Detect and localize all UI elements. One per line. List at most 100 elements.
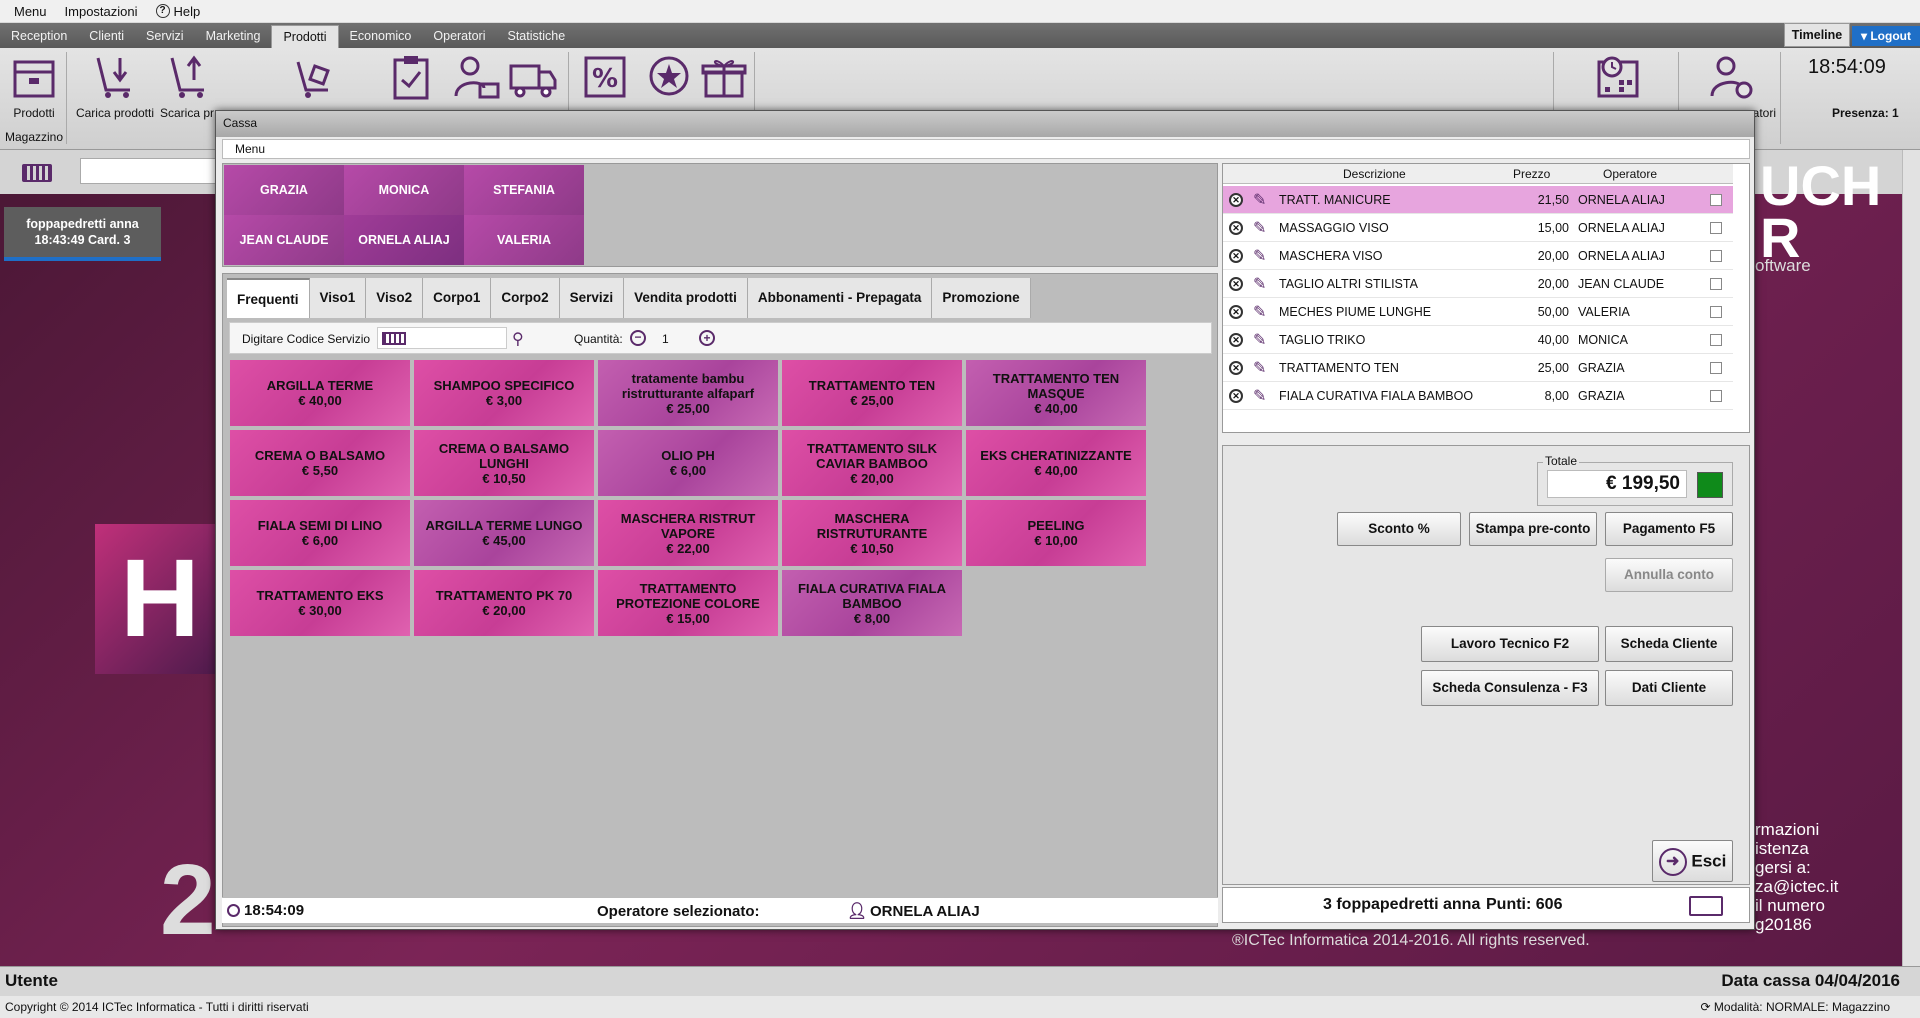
service-tile[interactable]: tratamente bambu ristrutturante alfaparf… bbox=[598, 360, 778, 426]
keyboard-icon[interactable] bbox=[382, 332, 406, 345]
remove-icon[interactable]: ✕ bbox=[1229, 277, 1243, 291]
tab-corpo1[interactable]: Corpo1 bbox=[423, 278, 492, 318]
table-row[interactable]: ✕ ✎ MASSAGGIO VISO 15,00 ORNELA ALIAJ bbox=[1223, 214, 1733, 242]
table-row[interactable]: ✕ ✎ MECHES PIUME LUNGHE 50,00 VALERIA bbox=[1223, 298, 1733, 326]
table-row[interactable]: ✕ ✎ MASCHERA VISO 20,00 ORNELA ALIAJ bbox=[1223, 242, 1733, 270]
remove-icon[interactable]: ✕ bbox=[1229, 333, 1243, 347]
operator-monica[interactable]: MONICA bbox=[344, 165, 464, 215]
cassa-menu-item[interactable]: Menu bbox=[235, 142, 265, 156]
tab-servizi[interactable]: Servizi bbox=[559, 278, 625, 318]
tab-operatori[interactable]: Operatori bbox=[422, 25, 496, 48]
delivery-button[interactable] bbox=[506, 54, 560, 100]
quantity-value[interactable]: 1 bbox=[662, 332, 669, 346]
service-tile[interactable]: TRATTAMENTO TEN MASQUE € 40,00 bbox=[966, 360, 1146, 426]
suppliers-button[interactable] bbox=[450, 54, 504, 100]
lavoro-tecnico-button[interactable]: Lavoro Tecnico F2 bbox=[1421, 626, 1599, 662]
service-tile[interactable]: TRATTAMENTO EKS € 30,00 bbox=[230, 570, 410, 636]
operator-valeria[interactable]: VALERIA bbox=[464, 215, 584, 265]
service-tile[interactable]: CREMA O BALSAMO € 5,50 bbox=[230, 430, 410, 496]
operator-ornela-aliaj[interactable]: ORNELA ALIAJ bbox=[344, 215, 464, 265]
tab-servizi[interactable]: Servizi bbox=[135, 25, 195, 48]
minus-icon[interactable]: − bbox=[630, 330, 646, 346]
tab-prodotti[interactable]: Prodotti bbox=[271, 25, 339, 48]
gift-button[interactable] bbox=[698, 54, 750, 100]
service-tile[interactable]: SHAMPOO SPECIFICO € 3,00 bbox=[414, 360, 594, 426]
annulla-conto-button[interactable]: Annulla conto bbox=[1605, 558, 1733, 592]
service-tile[interactable]: TRATTAMENTO SILK CAVIAR BAMBOO € 20,00 bbox=[782, 430, 962, 496]
table-row[interactable]: ✕ ✎ FIALA CURATIVA FIALA BAMBOO 8,00 GRAZIA bbox=[1223, 382, 1733, 410]
menu-item-impostazioni[interactable]: Impostazioni bbox=[65, 4, 138, 19]
carica-prodotti-button[interactable]: Carica prodotti bbox=[72, 54, 158, 120]
loyalty-button[interactable] bbox=[644, 54, 694, 100]
timeline-button[interactable]: Timeline bbox=[1784, 23, 1850, 47]
service-tile[interactable]: CREMA O BALSAMO LUNGHI € 10,50 bbox=[414, 430, 594, 496]
tab-reception[interactable]: Reception bbox=[0, 25, 78, 48]
remove-icon[interactable]: ✕ bbox=[1229, 389, 1243, 403]
remove-icon[interactable]: ✕ bbox=[1229, 193, 1243, 207]
logout-button[interactable]: ▾ Logout bbox=[1852, 26, 1920, 46]
edit-icon[interactable]: ✎ bbox=[1253, 218, 1266, 238]
edit-icon[interactable]: ✎ bbox=[1253, 302, 1266, 322]
scarica-prodotti-button[interactable]: Scarica pr bbox=[160, 54, 218, 120]
search-input[interactable] bbox=[80, 158, 220, 184]
tab-viso1[interactable]: Viso1 bbox=[309, 278, 367, 318]
table-row[interactable]: ✕ ✎ TRATT. MANICURE 21,50 ORNELA ALIAJ bbox=[1223, 186, 1733, 214]
service-tile[interactable]: OLIO PH € 6,00 bbox=[598, 430, 778, 496]
scrollbar[interactable] bbox=[1902, 150, 1920, 966]
operator-stefania[interactable]: STEFANIA bbox=[464, 165, 584, 215]
sconto-button[interactable]: Sconto % bbox=[1337, 512, 1461, 546]
edit-icon[interactable]: ✎ bbox=[1253, 386, 1266, 406]
card-reader-icon[interactable] bbox=[1689, 896, 1723, 916]
search-icon[interactable]: ⚲ bbox=[512, 329, 524, 349]
tab-abbonamenti[interactable]: Abbonamenti - Prepagata bbox=[747, 278, 933, 318]
tab-corpo2[interactable]: Corpo2 bbox=[491, 278, 560, 318]
menu-item-menu[interactable]: Menu bbox=[14, 4, 47, 19]
service-tile[interactable]: ARGILLA TERME € 40,00 bbox=[230, 360, 410, 426]
edit-icon[interactable]: ✎ bbox=[1253, 330, 1266, 350]
tab-marketing[interactable]: Marketing bbox=[195, 25, 272, 48]
service-tile[interactable]: MASCHERA RISTRUT VAPORE € 22,00 bbox=[598, 500, 778, 566]
line-checkbox[interactable] bbox=[1710, 362, 1722, 374]
plus-icon[interactable]: + bbox=[699, 330, 715, 346]
remove-icon[interactable]: ✕ bbox=[1229, 221, 1243, 235]
service-tile[interactable]: ARGILLA TERME LUNGO € 45,00 bbox=[414, 500, 594, 566]
line-checkbox[interactable] bbox=[1710, 222, 1722, 234]
tab-promozione[interactable]: Promozione bbox=[932, 278, 1031, 318]
line-checkbox[interactable] bbox=[1710, 278, 1722, 290]
tab-frequenti[interactable]: Frequenti bbox=[227, 278, 310, 318]
operator-jean-claude[interactable]: JEAN CLAUDE bbox=[224, 215, 344, 265]
table-row[interactable]: ✕ ✎ TRATTAMENTO TEN 25,00 GRAZIA bbox=[1223, 354, 1733, 382]
service-tile[interactable]: TRATTAMENTO PK 70 € 20,00 bbox=[414, 570, 594, 636]
edit-icon[interactable]: ✎ bbox=[1253, 190, 1266, 210]
service-tile[interactable]: TRATTAMENTO PROTEZIONE COLORE € 15,00 bbox=[598, 570, 778, 636]
tab-statistiche[interactable]: Statistiche bbox=[497, 25, 577, 48]
service-tile[interactable]: PEELING € 10,00 bbox=[966, 500, 1146, 566]
remove-icon[interactable]: ✕ bbox=[1229, 305, 1243, 319]
service-tile[interactable]: FIALA CURATIVA FIALA BAMBOO € 8,00 bbox=[782, 570, 962, 636]
customer-card[interactable]: foppapedretti anna 18:43:49 Card. 3 bbox=[4, 207, 161, 261]
keyboard-icon[interactable] bbox=[22, 164, 52, 182]
edit-icon[interactable]: ✎ bbox=[1253, 246, 1266, 266]
operator-grazia[interactable]: GRAZIA bbox=[224, 165, 344, 215]
service-tile[interactable]: EKS CHERATINIZZANTE € 40,00 bbox=[966, 430, 1146, 496]
edit-icon[interactable]: ✎ bbox=[1253, 274, 1266, 294]
edit-icon[interactable]: ✎ bbox=[1253, 358, 1266, 378]
discount-button[interactable]: % bbox=[580, 54, 630, 100]
dati-cliente-button[interactable]: Dati Cliente bbox=[1605, 670, 1733, 706]
tab-economico[interactable]: Economico bbox=[339, 25, 423, 48]
stampa-preconto-button[interactable]: Stampa pre-conto bbox=[1469, 512, 1597, 546]
tab-vendita-prodotti[interactable]: Vendita prodotti bbox=[624, 278, 748, 318]
service-tile[interactable]: FIALA SEMI DI LINO € 6,00 bbox=[230, 500, 410, 566]
line-checkbox[interactable] bbox=[1710, 306, 1722, 318]
line-checkbox[interactable] bbox=[1710, 250, 1722, 262]
esci-button[interactable]: ➜ Esci bbox=[1652, 840, 1733, 882]
scheda-consulenza-button[interactable]: Scheda Consulenza - F3 bbox=[1421, 670, 1599, 706]
agenda-button[interactable] bbox=[1590, 54, 1646, 100]
prodotti-button[interactable]: Prodotti bbox=[6, 54, 62, 120]
remove-icon[interactable]: ✕ bbox=[1229, 361, 1243, 375]
remove-icon[interactable]: ✕ bbox=[1229, 249, 1243, 263]
tab-viso2[interactable]: Viso2 bbox=[366, 278, 424, 318]
service-tile[interactable]: TRATTAMENTO TEN € 25,00 bbox=[782, 360, 962, 426]
pagamento-button[interactable]: Pagamento F5 bbox=[1605, 512, 1733, 546]
tab-clienti[interactable]: Clienti bbox=[78, 25, 135, 48]
